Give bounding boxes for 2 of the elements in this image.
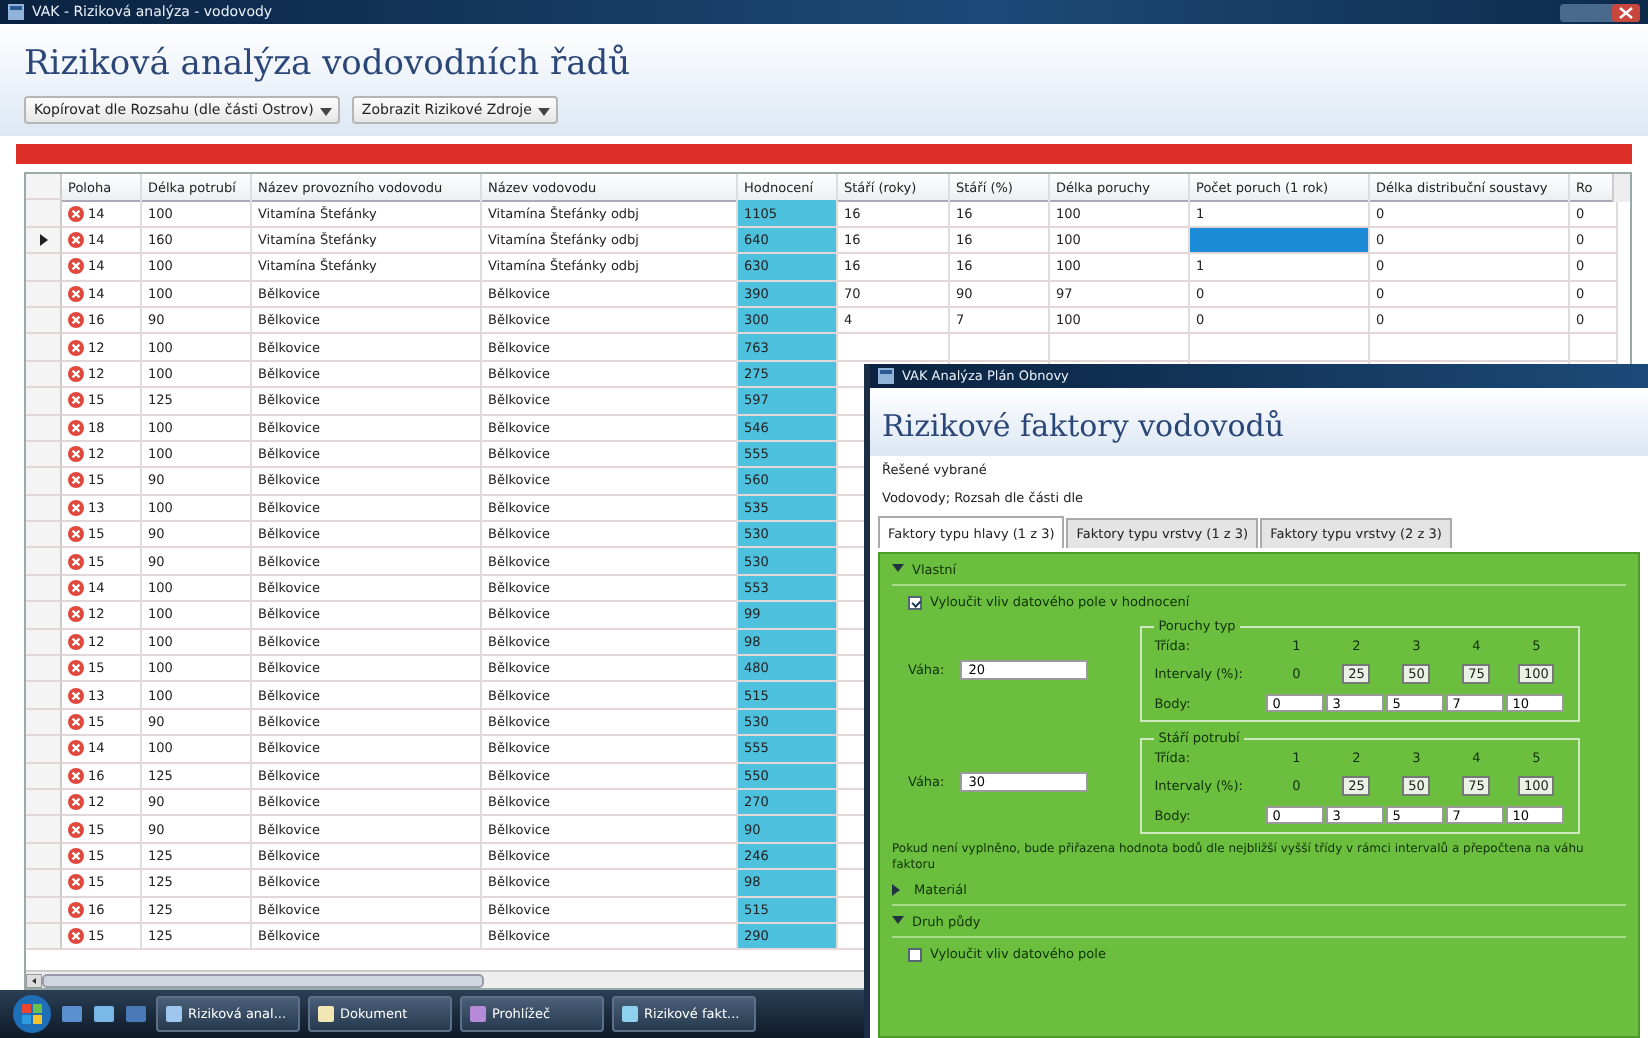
page-title: Riziková analýza vodovodních řadů [24, 44, 633, 84]
dialog-title: Rizikové faktory vodovodů [882, 408, 1284, 444]
